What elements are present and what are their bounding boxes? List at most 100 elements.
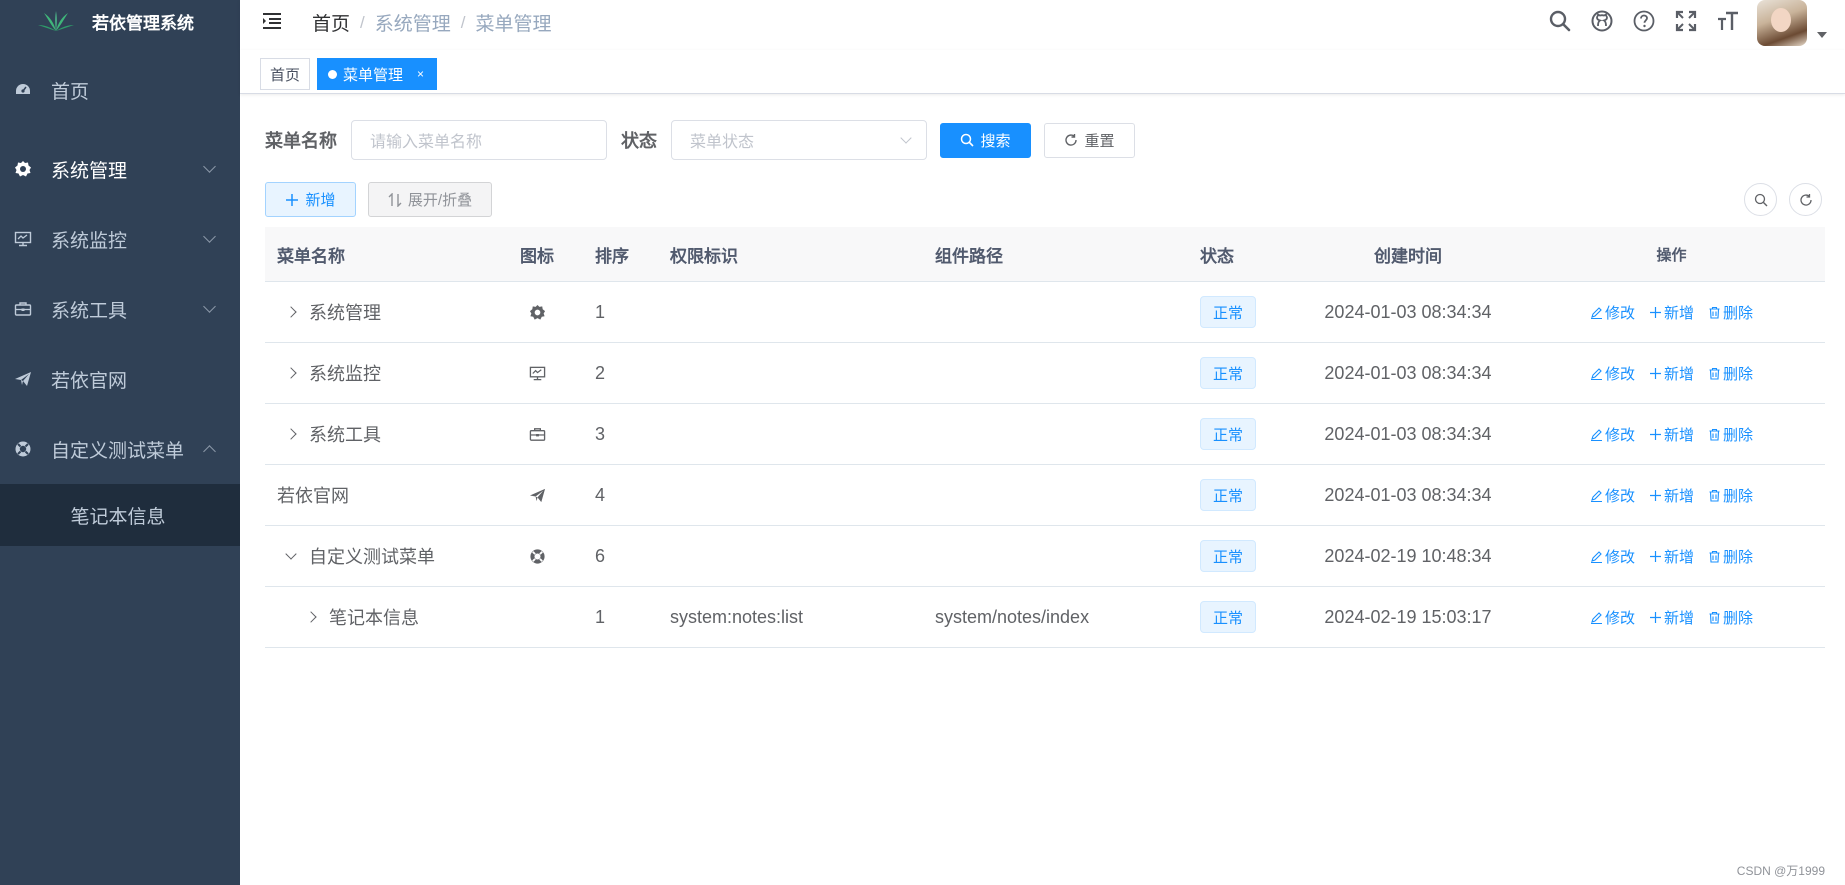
right-menu	[1539, 0, 1845, 50]
cell-perm	[658, 526, 923, 586]
delete-button[interactable]: 删除	[1708, 546, 1753, 567]
sidebar-item-monitor[interactable]: 系统监控	[0, 204, 240, 274]
lifebuoy-icon	[529, 548, 545, 564]
cell-time: 2024-01-03 08:34:34	[1324, 484, 1492, 505]
add-label: 新增	[1663, 365, 1694, 383]
add-button[interactable]: 新增	[265, 182, 356, 217]
chevron-down-icon[interactable]	[285, 548, 297, 560]
cell-sort: 1	[595, 301, 606, 322]
chevron-down-icon	[900, 132, 912, 144]
edit-button[interactable]: 修改	[1590, 424, 1635, 445]
status-badge: 正常	[1200, 418, 1257, 450]
toggle-search-button[interactable]	[1744, 183, 1777, 216]
cell-actions: 修改 新增 删除	[1518, 404, 1825, 464]
add-child-button[interactable]: 新增	[1649, 607, 1694, 628]
cell-sort: 1	[595, 606, 606, 627]
chevron-right-icon[interactable]	[285, 428, 297, 440]
table-header: 菜单名称 图标 排序 权限标识 组件路径 状态 创建时间 操作	[265, 227, 1825, 282]
sidebar-subitem-label: 笔记本信息	[70, 506, 166, 528]
delete-label: 删除	[1723, 426, 1754, 444]
delete-label: 删除	[1723, 609, 1754, 627]
edit-icon	[1590, 489, 1602, 502]
cell-name: 系统管理	[265, 282, 491, 342]
expand-collapse-button[interactable]: 展开/折叠	[368, 182, 492, 217]
add-child-button[interactable]: 新增	[1649, 424, 1694, 445]
add-button-label: 新增	[305, 192, 336, 209]
sidebar-item-tools[interactable]: 系统工具	[0, 274, 240, 344]
watermark: CSDN @万1999	[1736, 864, 1825, 878]
menu-name: 自定义测试菜单	[309, 547, 435, 567]
menu-name-input[interactable]: 请输入菜单名称	[351, 120, 607, 160]
cell-icon	[491, 343, 583, 403]
font-size-icon[interactable]	[1707, 0, 1749, 42]
menu-name-label: 菜单名称	[265, 131, 337, 151]
fullscreen-icon[interactable]	[1665, 0, 1707, 42]
chevron-right-icon[interactable]	[285, 367, 297, 379]
edit-button[interactable]: 修改	[1590, 363, 1635, 384]
status-select[interactable]: 菜单状态	[671, 120, 927, 160]
logo[interactable]: 若依管理系统	[0, 0, 240, 42]
column-header: 操作	[1656, 246, 1687, 264]
trash-icon	[1709, 367, 1720, 380]
edit-button[interactable]: 修改	[1590, 546, 1635, 567]
cell-name: 系统监控	[265, 343, 491, 403]
edit-button[interactable]: 修改	[1590, 485, 1635, 506]
tag-home[interactable]: 首页	[260, 58, 311, 90]
cell-actions: 修改 新增 删除	[1518, 465, 1825, 525]
chevron-right-icon[interactable]	[305, 611, 317, 623]
table-row: 自定义测试菜单 6 正常 2024-02-19 10:48:34 修改 新增 删…	[265, 526, 1825, 587]
add-child-button[interactable]: 新增	[1649, 302, 1694, 323]
search-icon[interactable]	[1539, 0, 1581, 42]
edit-label: 修改	[1604, 426, 1635, 444]
search-button[interactable]: 搜索	[940, 122, 1031, 158]
reset-button[interactable]: 重置	[1044, 122, 1135, 158]
add-label: 新增	[1663, 304, 1694, 322]
cell-actions: 修改 新增 删除	[1518, 282, 1825, 342]
add-child-button[interactable]: 新增	[1649, 363, 1694, 384]
delete-button[interactable]: 删除	[1708, 302, 1753, 323]
caret-down-icon[interactable]	[1817, 32, 1827, 38]
paper-plane-icon	[529, 488, 545, 502]
close-icon[interactable]: ×	[417, 67, 424, 81]
table-row: 系统工具 3 正常 2024-01-03 08:34:34 修改 新增 删除	[265, 404, 1825, 465]
cell-status: 正常	[1188, 526, 1298, 586]
sidebar-item-system[interactable]: 系统管理	[0, 134, 240, 204]
logo-icon	[38, 11, 74, 31]
sidebar-subitem-notes[interactable]: 笔记本信息	[0, 484, 240, 546]
tag-menu-management[interactable]: 菜单管理 ×	[317, 58, 438, 90]
plus-icon	[1649, 550, 1661, 562]
cell-time: 2024-02-19 10:48:34	[1324, 545, 1492, 566]
cell-actions: 修改 新增 删除	[1518, 343, 1825, 403]
hamburger-icon[interactable]	[262, 11, 282, 31]
cell-component	[923, 526, 1188, 586]
plus-icon	[1649, 306, 1661, 318]
search-icon	[1754, 193, 1767, 206]
sidebar-item-custom[interactable]: 自定义测试菜单	[0, 414, 240, 484]
delete-button[interactable]: 删除	[1708, 607, 1753, 628]
breadcrumb-home[interactable]: 首页	[312, 9, 350, 36]
sidebar-item-home[interactable]: 首页	[0, 42, 240, 134]
sort-icon	[388, 192, 402, 207]
help-icon[interactable]	[1623, 0, 1665, 42]
delete-button[interactable]: 删除	[1708, 363, 1753, 384]
refresh-button[interactable]	[1789, 183, 1822, 216]
delete-button[interactable]: 删除	[1708, 485, 1753, 506]
menu-name: 若依官网	[277, 486, 349, 506]
cell-time: 2024-02-19 15:03:17	[1324, 606, 1492, 627]
cell-icon	[491, 404, 583, 464]
chevron-right-icon[interactable]	[285, 306, 297, 318]
add-child-button[interactable]: 新增	[1649, 546, 1694, 567]
cell-time: 2024-01-03 08:34:34	[1324, 423, 1492, 444]
sidebar-item-website[interactable]: 若依官网	[0, 344, 240, 414]
menu-name: 系统监控	[309, 364, 381, 384]
toolbox-icon	[529, 427, 545, 441]
add-child-button[interactable]: 新增	[1649, 485, 1694, 506]
edit-button[interactable]: 修改	[1590, 302, 1635, 323]
dashboard-icon	[14, 81, 32, 99]
avatar[interactable]	[1757, 0, 1807, 46]
reset-button-label: 重置	[1084, 132, 1115, 150]
delete-button[interactable]: 删除	[1708, 424, 1753, 445]
github-icon[interactable]	[1581, 0, 1623, 42]
column-header: 组件路径	[935, 246, 1003, 266]
edit-button[interactable]: 修改	[1590, 607, 1635, 628]
